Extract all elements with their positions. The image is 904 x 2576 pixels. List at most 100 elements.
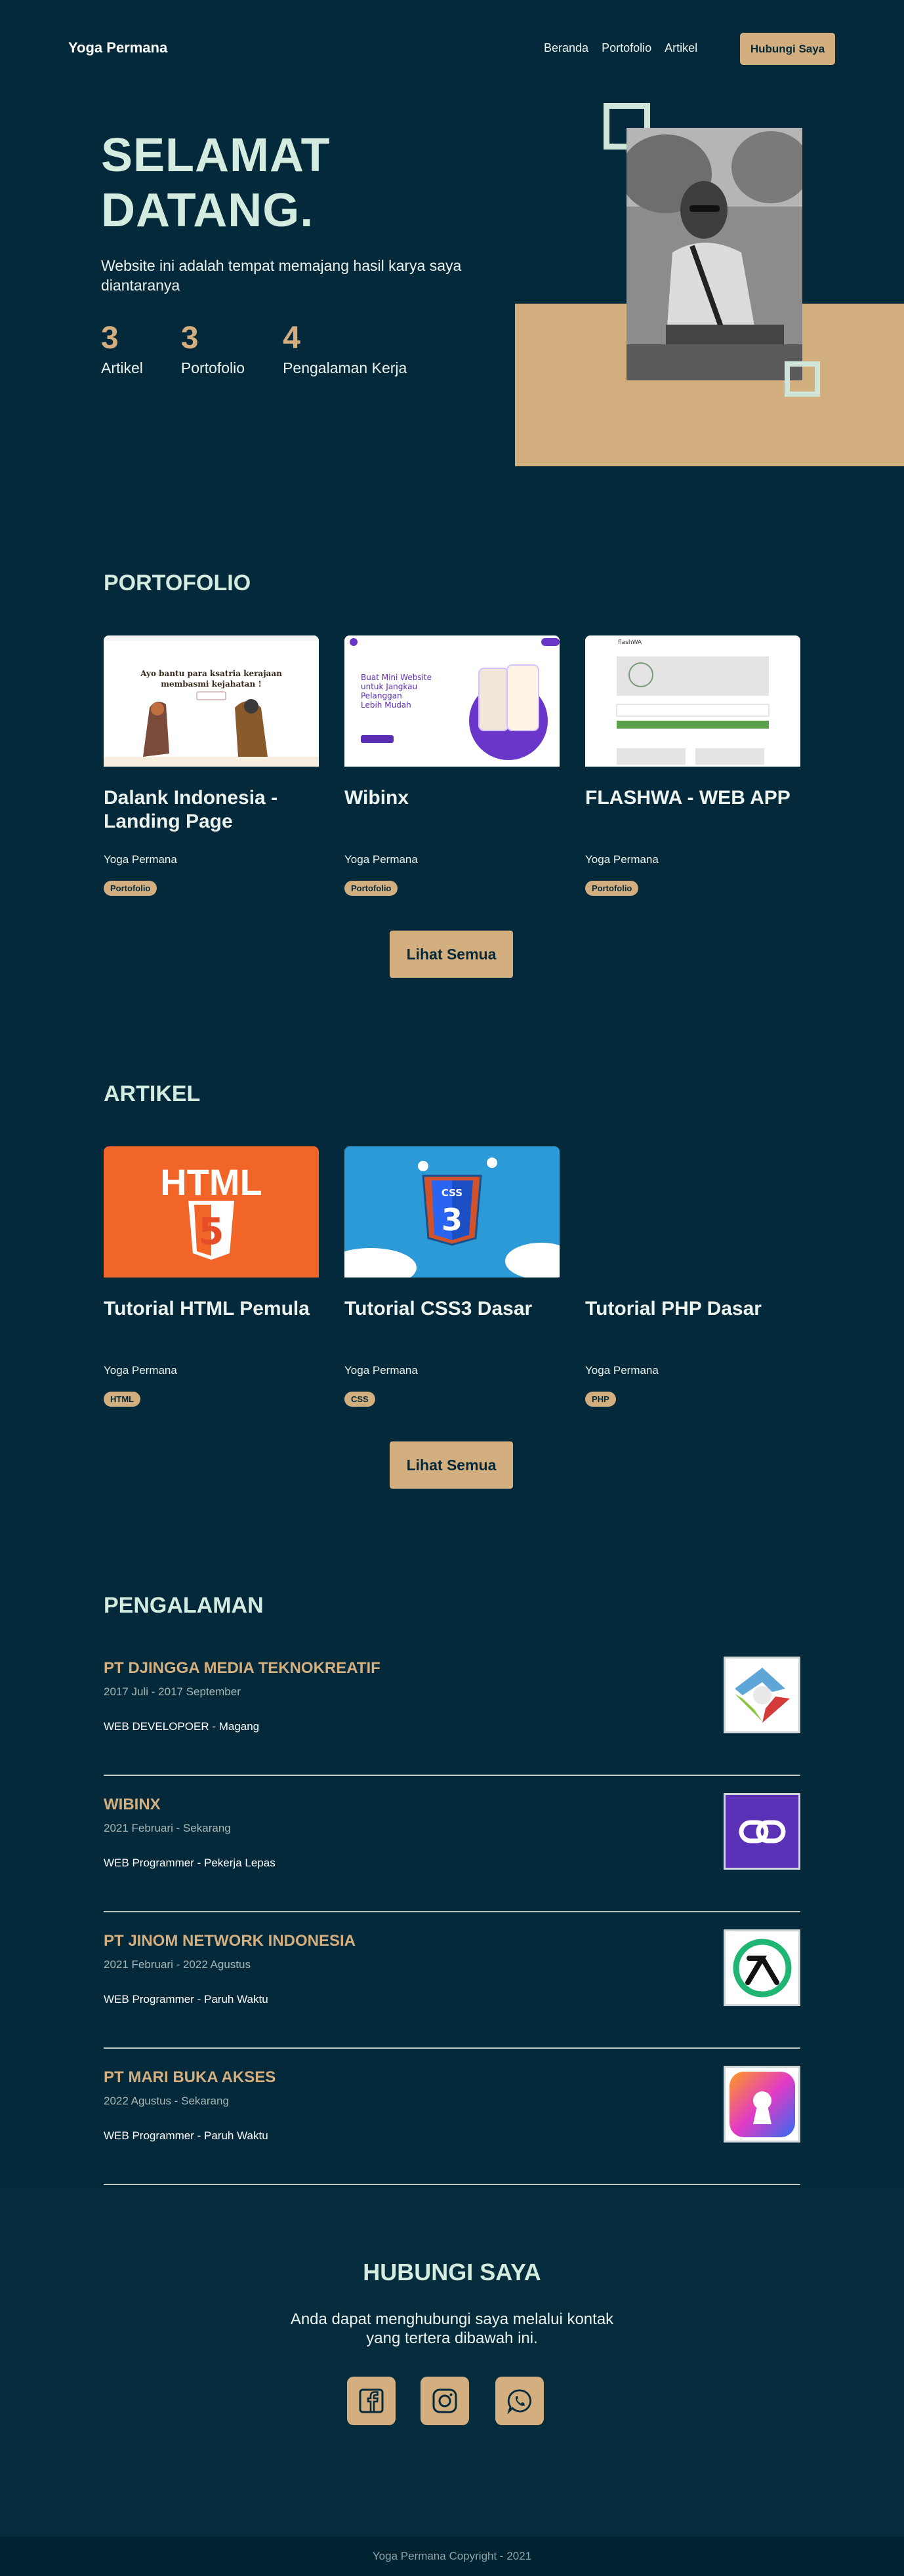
svg-text:untuk Jangkau: untuk Jangkau [361,682,417,691]
portfolio-thumbnail: Buat Mini Website untuk Jangkau Pelangga… [344,635,560,767]
svg-text:3: 3 [442,1202,462,1238]
whatsapp-icon [507,2389,532,2414]
experience-date: 2021 Februari - Sekarang [104,1822,231,1834]
portfolio-card-flashwa[interactable]: flashWA FLASHWA - WEB APP Yoga Permana P… [585,635,800,896]
stat-label: Portofolio [180,359,245,376]
experience-role: WEB Programmer - Paruh Waktu [104,1993,268,2005]
svg-text:CSS: CSS [442,1187,462,1199]
experience-role: WEB DEVELOPOER - Magang [104,1720,260,1733]
portfolio-card-title: Wibinx [344,787,409,809]
brand-logo[interactable]: Yoga Permana [68,39,167,56]
svg-text:Ayo bantu para ksatria kerajaa: Ayo bantu para ksatria kerajaan [140,669,282,678]
nav-link-portofolio[interactable]: Portofolio [602,41,651,55]
svg-text:5: 5 [199,1211,224,1253]
experience-section-title: PENGALAMAN [104,1593,264,1618]
wibinx-logo-icon [724,1793,800,1870]
experience-item: PT DJINGGA MEDIA TEKNOKREATIF 2017 Juli … [104,1640,800,1776]
nav-link-beranda[interactable]: Beranda [544,41,588,55]
hero-stats: 3 Artikel 3 Portofolio 4 Pengalaman Kerj… [101,321,407,377]
article-card-title: Tutorial HTML Pemula [104,1298,310,1319]
stat-label: Pengalaman Kerja [283,359,407,376]
article-tag: HTML [104,1392,141,1407]
hero-title-line1: SELAMAT [101,129,331,182]
article-thumbnail-empty [585,1146,800,1278]
stat-portofolio: 3 Portofolio [181,321,245,377]
experience-item: PT MARI BUKA AKSES 2022 Agustus - Sekara… [104,2049,800,2185]
stat-number: 4 [283,321,300,355]
svg-text:flashWA: flashWA [618,639,642,646]
article-card-html[interactable]: HTML 5 Tutorial HTML Pemula Yoga Permana… [104,1146,319,1407]
portfolio-card-dalank[interactable]: Ayo bantu para ksatria kerajaan membasmi… [104,635,319,896]
experience-item: WIBINX 2021 Februari - Sekarang WEB Prog… [104,1776,800,1912]
experience-company: WIBINX [104,1796,161,1813]
experience-role: WEB Programmer - Pekerja Lepas [104,1857,276,1869]
portfolio-tag: Portofolio [344,881,398,896]
articles-lihat-semua-button[interactable]: Lihat Semua [390,1441,513,1489]
whatsapp-button[interactable] [495,2377,544,2425]
experience-company: PT MARI BUKA AKSES [104,2068,276,2086]
hero-decor-square-small [785,361,820,397]
hubungi-saya-button[interactable]: Hubungi Saya [740,33,835,65]
nav-links: Beranda Portofolio Artikel [544,41,697,55]
portfolio-card-author: Yoga Permana [585,853,659,866]
facebook-icon [359,2388,384,2413]
stat-label: Artikel [101,359,143,376]
stat-artikel: 3 Artikel [101,321,143,377]
portfolio-card-title: Dalank Indonesia - Landing Page [104,787,278,832]
jinom-logo-icon [724,1929,800,2006]
article-card-title: Tutorial PHP Dasar [585,1298,762,1319]
article-thumbnail: HTML 5 [104,1146,319,1278]
experience-company: PT JINOM NETWORK INDONESIA [104,1932,356,1950]
nav-link-artikel[interactable]: Artikel [665,41,697,55]
profile-photo [627,128,802,380]
contact-description: Anda dapat menghubungi saya melalui kont… [290,2310,614,2347]
experience-date: 2021 Februari - 2022 Agustus [104,1958,251,1971]
article-tag: PHP [585,1392,616,1407]
portfolio-tag: Portofolio [585,881,639,896]
footer: Yoga Permana Copyright - 2021 [0,2537,904,2576]
stat-pengalaman: 4 Pengalaman Kerja [283,321,407,377]
stat-number: 3 [180,321,199,355]
article-card-title: Tutorial CSS3 Dasar [344,1298,533,1319]
portfolio-card-title: FLASHWA - WEB APP [585,787,791,809]
article-tag: CSS [344,1392,375,1407]
instagram-button[interactable] [421,2377,469,2425]
portfolio-thumbnail: flashWA [585,635,800,767]
html5-shield-icon: 5 [188,1201,234,1260]
svg-text:Pelanggan: Pelanggan [361,691,402,700]
experience-date: 2017 Juli - 2017 September [104,1685,241,1698]
hero-title: SELAMAT DATANG. [101,128,429,238]
svg-text:Lebih Mudah: Lebih Mudah [361,700,411,710]
portfolio-lihat-semua-button[interactable]: Lihat Semua [390,931,513,978]
portfolio-card-author: Yoga Permana [344,853,418,866]
contact-section [0,2188,904,2537]
experience-company: PT DJINGGA MEDIA TEKNOKREATIF [104,1659,380,1677]
navbar: Yoga Permana Beranda Portofolio Artikel … [0,0,904,98]
svg-text:membasmi kejahatan !: membasmi kejahatan ! [161,679,261,689]
article-card-author: Yoga Permana [104,1364,177,1377]
experience-item: PT JINOM NETWORK INDONESIA 2021 Februari… [104,1912,800,2049]
portfolio-thumbnail: Ayo bantu para ksatria kerajaan membasmi… [104,635,319,767]
portfolio-card-author: Yoga Permana [104,853,177,866]
experience-date: 2022 Agustus - Sekarang [104,2095,229,2107]
articles-section-title: ARTIKEL [104,1081,201,1106]
article-thumbnail: CSS 3 [344,1146,560,1278]
portfolio-card-wibinx[interactable]: Buat Mini Website untuk Jangkau Pelangga… [344,635,560,896]
article-card-author: Yoga Permana [344,1364,418,1377]
portfolio-section-title: PORTOFOLIO [104,571,251,595]
article-card-php[interactable]: Tutorial PHP Dasar Yoga Permana PHP [585,1146,800,1407]
hero-description: Website ini adalah tempat memajang hasil… [101,257,462,294]
hero-title-line2: DATANG. [101,184,314,237]
stat-number: 3 [101,321,119,355]
maribuka-logo-icon [724,2066,800,2143]
experience-role: WEB Programmer - Paruh Waktu [104,2129,268,2142]
article-card-author: Yoga Permana [585,1364,659,1377]
instagram-icon [432,2388,457,2413]
html-logo-text: HTML [160,1161,262,1203]
contact-title: HUBUNGI SAYA [363,2259,541,2285]
facebook-button[interactable] [347,2377,396,2425]
djingga-logo-icon [724,1657,800,1733]
footer-copyright: Yoga Permana Copyright - 2021 [372,2550,532,2562]
svg-text:Buat Mini Website: Buat Mini Website [361,673,432,682]
article-card-css[interactable]: CSS 3 Tutorial CSS3 Dasar Yoga Permana C… [344,1146,560,1407]
